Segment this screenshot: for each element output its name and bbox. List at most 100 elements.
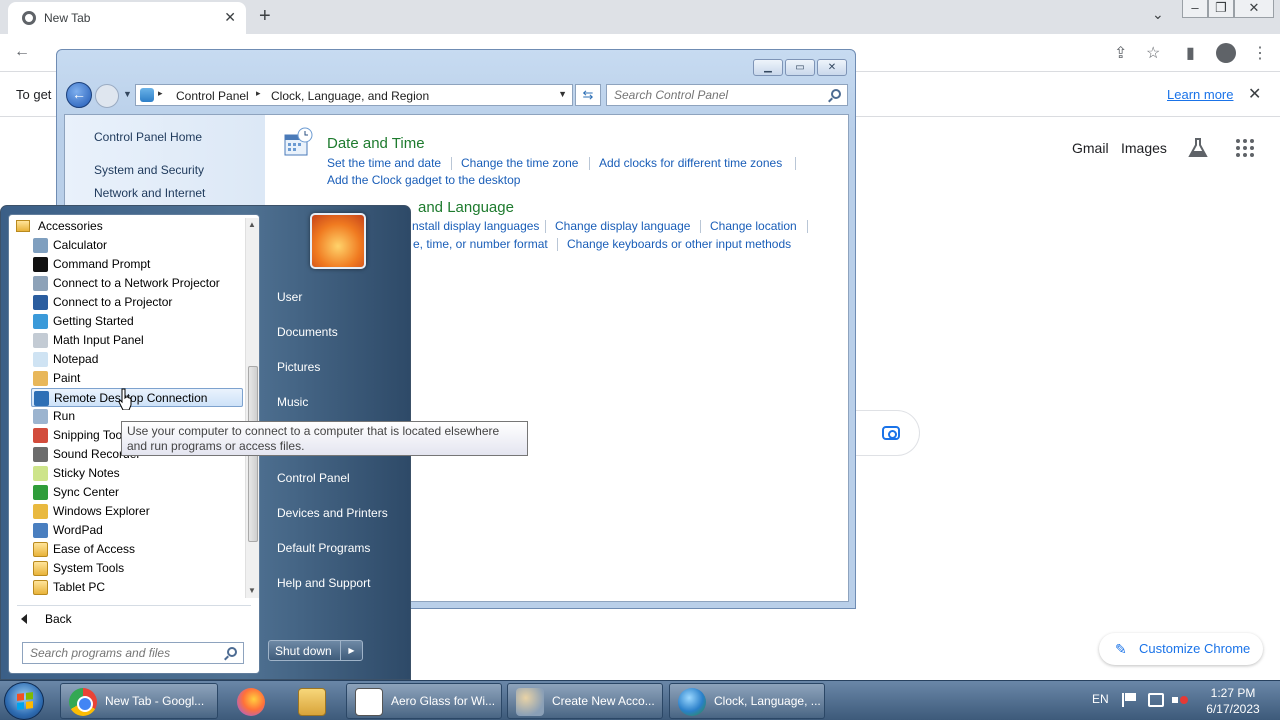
- profile-avatar[interactable]: [1216, 43, 1236, 63]
- action-center-flag-icon[interactable]: [1122, 693, 1138, 707]
- maximize-icon[interactable]: ▭: [785, 59, 815, 76]
- back-button[interactable]: ←: [66, 82, 92, 108]
- program-remote-desktop-connection[interactable]: Remote Desktop Connection: [31, 388, 243, 407]
- taskbar-button-windows-explorer[interactable]: [289, 683, 335, 719]
- program-wordpad[interactable]: WordPad: [31, 521, 243, 540]
- system-clock[interactable]: 1:27 PM 6/17/2023: [1197, 685, 1269, 717]
- learn-more-link[interactable]: Learn more: [1167, 87, 1233, 102]
- set-time-and-date-link[interactable]: Set the time and date: [327, 156, 441, 170]
- program-connect-to-a-projector[interactable]: Connect to a Projector: [31, 293, 243, 312]
- tab-close-icon[interactable]: ✕: [224, 9, 236, 26]
- program-command-prompt[interactable]: Command Prompt: [31, 255, 243, 274]
- program-calculator[interactable]: Calculator: [31, 236, 243, 255]
- nav-system-and-security[interactable]: System and Security: [94, 163, 204, 177]
- taskbar-button-notepad[interactable]: Aero Glass for Wi...: [346, 683, 502, 719]
- program-tablet-pc[interactable]: Tablet PC: [31, 578, 243, 597]
- taskbar-button-chrome[interactable]: New Tab - Googl...: [60, 683, 218, 719]
- share-icon[interactable]: ⇪: [1114, 43, 1127, 63]
- input-language[interactable]: EN: [1092, 692, 1109, 706]
- program-windows-explorer[interactable]: Windows Explorer: [31, 502, 243, 521]
- user-picture[interactable]: [310, 213, 366, 269]
- change-keyboards-link[interactable]: Change keyboards or other input methods: [567, 237, 791, 251]
- bookmark-star-icon[interactable]: ☆: [1146, 43, 1160, 63]
- refresh-icon[interactable]: ⇆: [575, 84, 601, 106]
- breadcrumb-clock-language-region[interactable]: Clock, Language, and Region: [271, 89, 429, 103]
- program-sync-center[interactable]: Sync Center: [31, 483, 243, 502]
- start-link-control-panel[interactable]: Control Panel: [277, 471, 350, 485]
- control-panel-search[interactable]: [606, 84, 848, 106]
- change-location-link[interactable]: Change location: [710, 219, 797, 233]
- google-apps-icon[interactable]: [1236, 139, 1254, 157]
- start-link-user[interactable]: User: [277, 290, 302, 304]
- taskbar-button-firefox[interactable]: [228, 683, 274, 719]
- change-time-zone-link[interactable]: Change the time zone: [461, 156, 578, 170]
- add-clocks-link[interactable]: Add clocks for different time zones: [599, 156, 782, 170]
- search-icon[interactable]: [831, 89, 841, 99]
- programs-scrollbar[interactable]: ▲ ▼: [245, 218, 259, 598]
- start-link-pictures[interactable]: Pictures: [277, 360, 320, 374]
- accessories-folder[interactable]: Accessories: [16, 219, 103, 236]
- date-and-time-heading[interactable]: Date and Time: [327, 135, 425, 152]
- start-search-input[interactable]: [23, 643, 219, 663]
- breadcrumb-separator-icon[interactable]: ▸: [256, 88, 261, 99]
- search-icon[interactable]: [227, 647, 237, 657]
- folder-icon: [33, 561, 48, 576]
- volume-muted-icon[interactable]: [1172, 693, 1188, 707]
- program-getting-started[interactable]: Getting Started: [31, 312, 243, 331]
- program-label: Ease of Access: [53, 542, 136, 556]
- scroll-down-icon[interactable]: ▼: [248, 586, 256, 595]
- scroll-up-icon[interactable]: ▲: [248, 220, 256, 229]
- labs-flask-icon[interactable]: [1187, 137, 1209, 159]
- program-paint[interactable]: Paint: [31, 369, 243, 388]
- more-menu-icon[interactable]: ⋮: [1252, 43, 1268, 63]
- program-system-tools[interactable]: System Tools: [31, 559, 243, 578]
- infobar-close-icon[interactable]: ✕: [1248, 84, 1261, 104]
- program-sticky-notes[interactable]: Sticky Notes: [31, 464, 243, 483]
- images-link[interactable]: Images: [1121, 140, 1167, 156]
- close-icon[interactable]: ✕: [1234, 0, 1274, 18]
- program-math-input-panel[interactable]: Math Input Panel: [31, 331, 243, 350]
- start-link-help-and-support[interactable]: Help and Support: [277, 576, 370, 590]
- taskbar-button-user-accounts[interactable]: Create New Acco...: [507, 683, 663, 719]
- install-display-languages-link[interactable]: nstall display languages: [412, 219, 539, 233]
- taskbar-button-globe-clock[interactable]: Clock, Language, ...: [669, 683, 825, 719]
- customize-chrome-button[interactable]: ✎ Customize Chrome: [1099, 633, 1263, 665]
- back-button[interactable]: Back: [21, 612, 72, 626]
- program-connect-to-a-network-projector[interactable]: Connect to a Network Projector: [31, 274, 243, 293]
- new-tab-button[interactable]: +: [259, 5, 271, 28]
- shutdown-options-icon[interactable]: ▶: [340, 641, 362, 660]
- start-link-documents[interactable]: Documents: [277, 325, 338, 339]
- side-panel-icon[interactable]: ▮: [1186, 43, 1195, 63]
- close-icon[interactable]: ✕: [817, 59, 847, 76]
- nav-network-and-internet[interactable]: Network and Internet: [94, 186, 205, 200]
- minimize-icon[interactable]: –: [1182, 0, 1208, 18]
- shut-down-button[interactable]: Shut down ▶: [268, 640, 363, 661]
- start-link-devices-and-printers[interactable]: Devices and Printers: [277, 506, 388, 520]
- region-and-language-heading[interactable]: and Language: [418, 199, 514, 216]
- start-search-box[interactable]: [22, 642, 244, 664]
- restore-icon[interactable]: ❐: [1208, 0, 1234, 18]
- change-display-language-link[interactable]: Change display language: [555, 219, 690, 233]
- recent-pages-icon[interactable]: ▼: [123, 89, 132, 99]
- chevron-down-icon[interactable]: ⌄: [1152, 6, 1164, 23]
- chrome-tab-new-tab[interactable]: New Tab ✕: [8, 2, 246, 34]
- minimize-icon[interactable]: ▁: [753, 59, 783, 76]
- forward-button[interactable]: [95, 84, 119, 108]
- breadcrumb-control-panel[interactable]: Control Panel: [176, 89, 249, 103]
- back-arrow-icon[interactable]: ←: [14, 43, 30, 61]
- change-format-link[interactable]: e, time, or number format: [413, 237, 548, 251]
- breadcrumb-separator-icon[interactable]: ▸: [158, 88, 163, 99]
- control-panel-search-input[interactable]: [607, 85, 817, 105]
- nav-control-panel-home[interactable]: Control Panel Home: [94, 130, 202, 144]
- google-lens-icon[interactable]: [882, 426, 900, 440]
- program-ease-of-access[interactable]: Ease of Access: [31, 540, 243, 559]
- start-link-music[interactable]: Music: [277, 395, 308, 409]
- address-bar[interactable]: ▸ Control Panel ▸ Clock, Language, and R…: [135, 84, 573, 106]
- network-icon[interactable]: [1148, 693, 1164, 707]
- gmail-link[interactable]: Gmail: [1072, 140, 1109, 156]
- program-notepad[interactable]: Notepad: [31, 350, 243, 369]
- add-clock-gadget-link[interactable]: Add the Clock gadget to the desktop: [327, 173, 520, 187]
- address-dropdown-icon[interactable]: ▼: [558, 89, 567, 99]
- start-button[interactable]: [4, 682, 44, 720]
- start-link-default-programs[interactable]: Default Programs: [277, 541, 370, 555]
